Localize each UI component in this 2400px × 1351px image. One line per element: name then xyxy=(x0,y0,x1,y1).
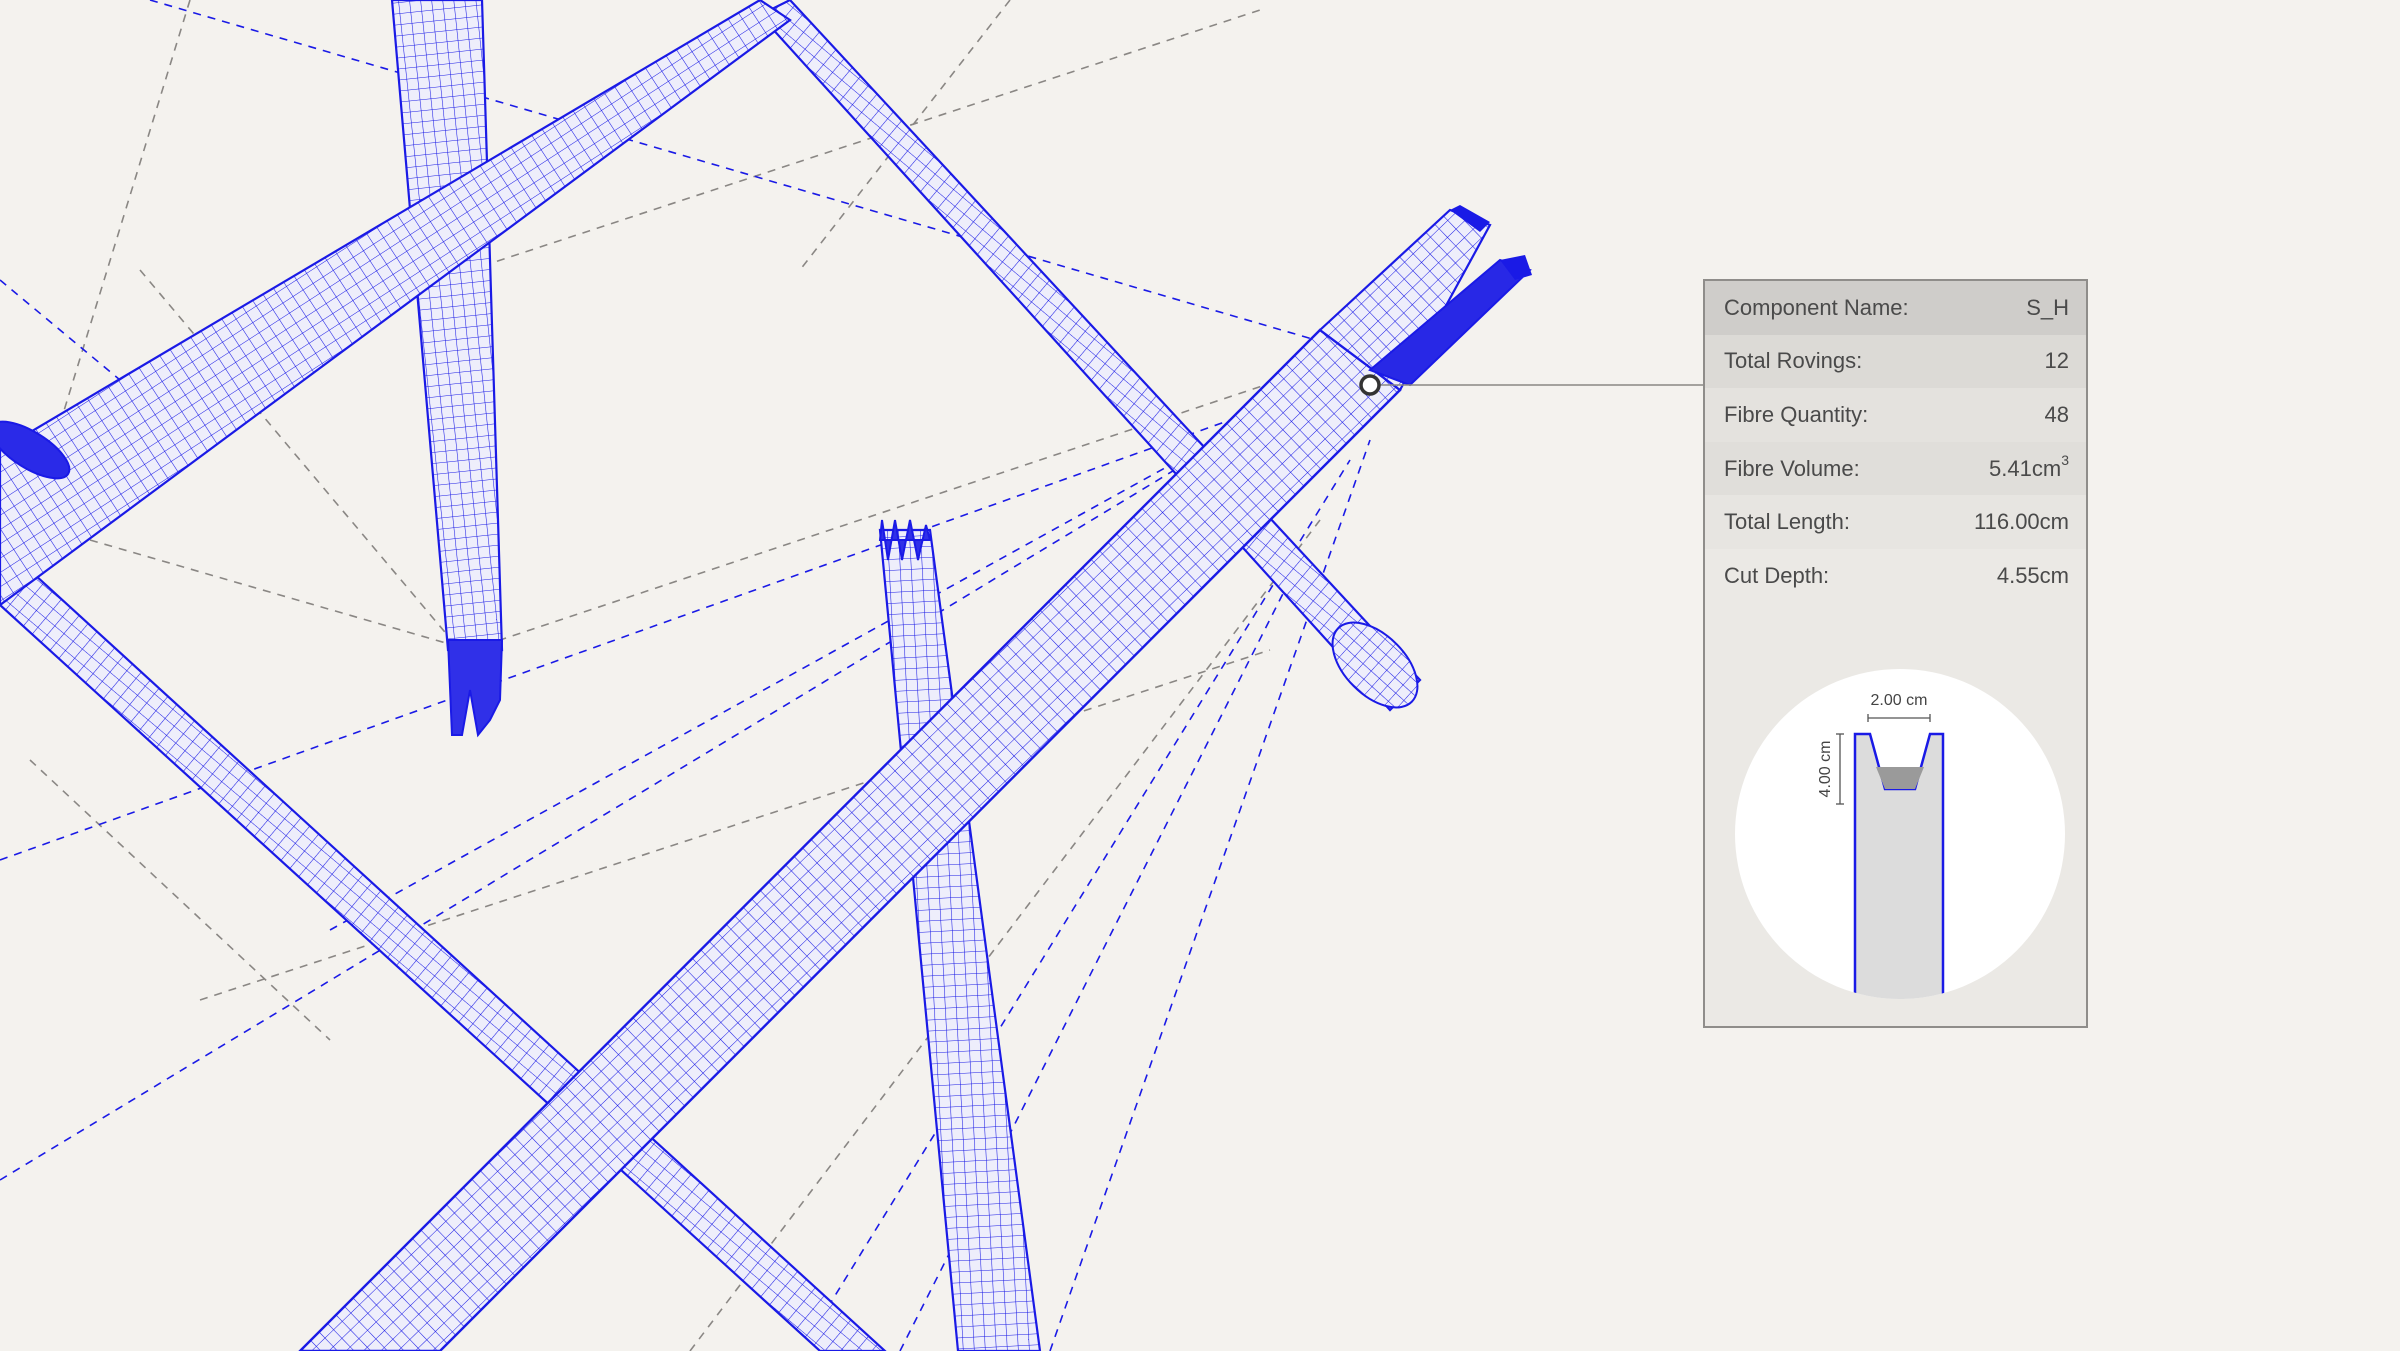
info-label: Component Name: xyxy=(1724,294,1909,320)
info-label: Fibre Volume: xyxy=(1724,455,1860,481)
info-label: Fibre Quantity: xyxy=(1724,401,1869,427)
info-row-fibre-quantity: Fibre Quantity: 48 xyxy=(1705,388,2086,442)
info-value-number: 5.41cm xyxy=(1989,455,2062,481)
tube-top-diagonal xyxy=(0,0,792,607)
component-info-panel: Component Name: S_H Total Rovings: 12 Fi… xyxy=(1703,279,2088,1028)
info-row-cut-depth: Cut Depth: 4.55cm xyxy=(1705,548,2086,603)
info-value: 116.00cm xyxy=(1974,509,2069,535)
info-row-total-rovings: Total Rovings: 12 xyxy=(1705,334,2086,389)
info-value: S_H xyxy=(2026,294,2069,320)
info-label: Total Rovings: xyxy=(1724,348,1863,374)
info-label: Cut Depth: xyxy=(1724,562,1830,588)
section-width-label: 2.00 cm xyxy=(1871,692,1928,709)
guide-lines-grey xyxy=(29,0,1341,1351)
guide-lines-blue xyxy=(0,0,1371,1351)
info-row-component-name: Component Name: S_H xyxy=(1705,281,2086,335)
cross-section-diagram: 2.00 cm 4.00 cm xyxy=(1735,669,2065,999)
info-label: Total Length: xyxy=(1724,509,1850,535)
unit-superscript: 3 xyxy=(2061,451,2069,468)
info-value: 5.41cm3 xyxy=(1989,452,2069,482)
info-value: 12 xyxy=(2044,348,2069,374)
info-value: 4.55cm xyxy=(1996,562,2069,588)
info-row-total-length: Total Length: 116.00cm xyxy=(1705,495,2086,549)
info-value: 48 xyxy=(2044,401,2069,427)
tube-vertical-left xyxy=(390,0,504,738)
info-row-fibre-volume: Fibre Volume: 5.41cm3 xyxy=(1705,441,2086,496)
section-height-label: 4.00 cm xyxy=(1817,741,1834,798)
